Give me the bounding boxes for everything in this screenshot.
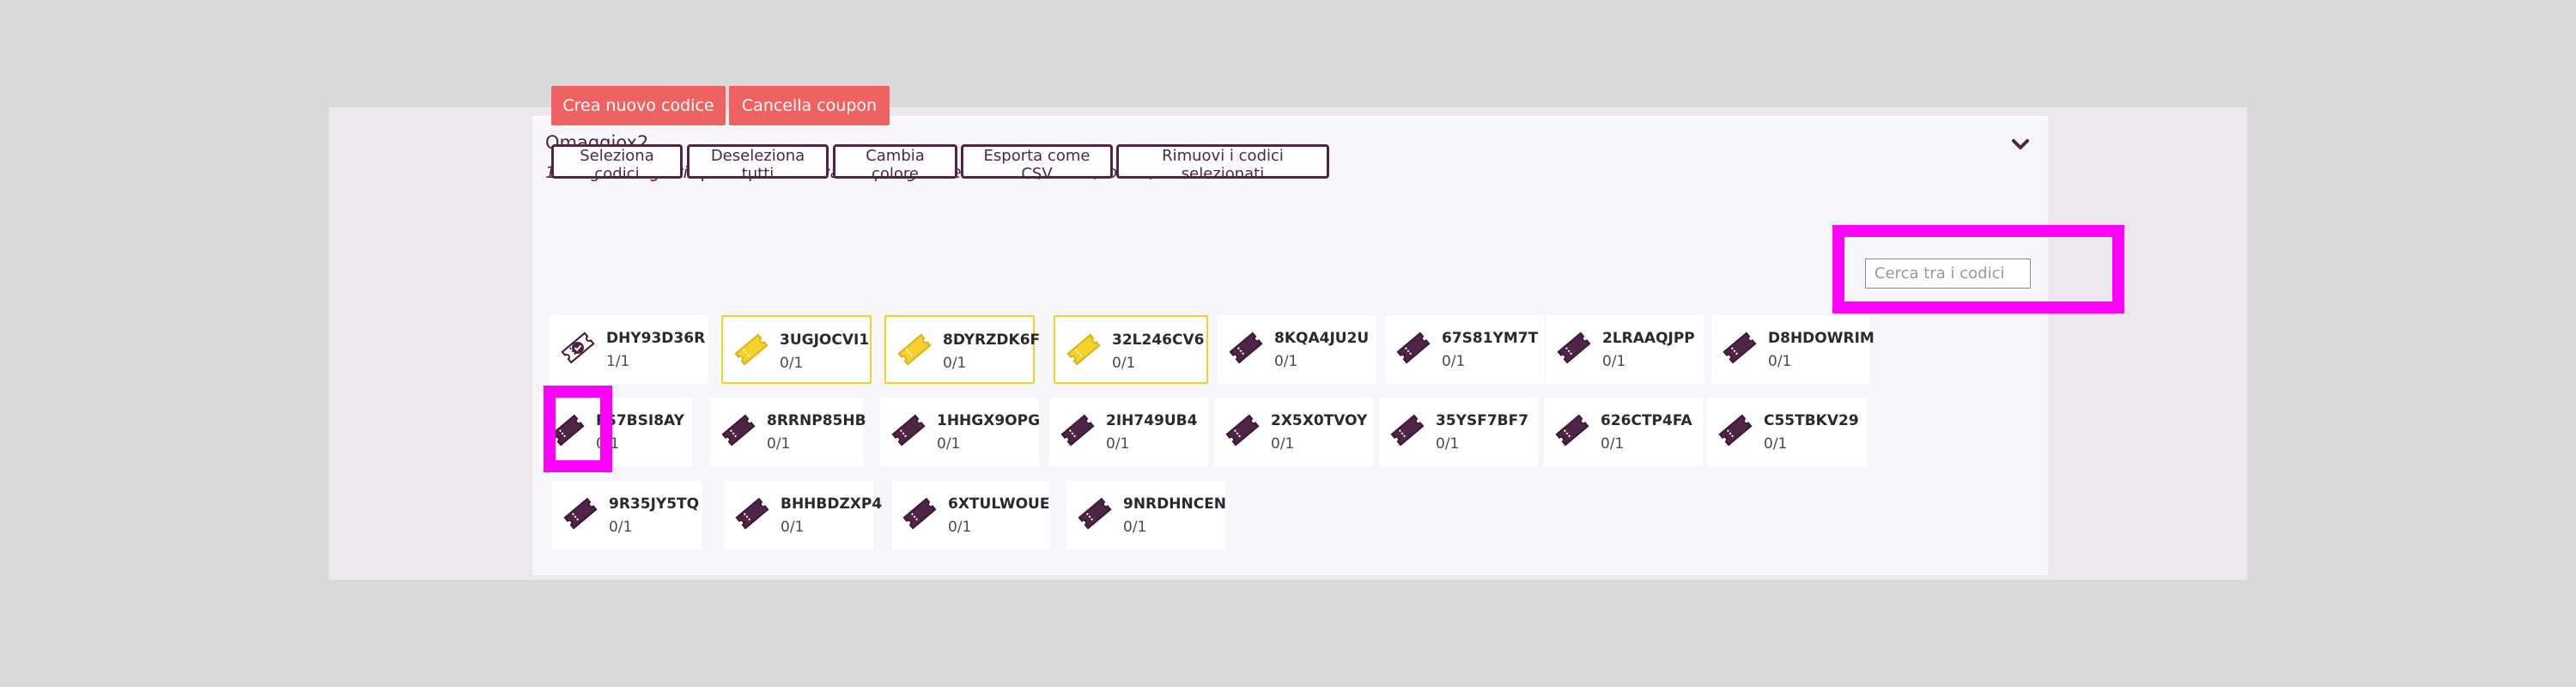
ticket-icon — [1389, 413, 1425, 447]
code-usage-count: 0/1 — [609, 519, 633, 536]
ticket-icon — [1066, 332, 1102, 367]
code-value: 3UGJOCVI1 — [780, 331, 870, 349]
code-value: 9NRDHNCEN — [1123, 495, 1227, 513]
ticket-icon — [890, 413, 927, 447]
code-value: D8HDOWRIM — [1768, 330, 1874, 347]
code-value: 9R35JY5TQ — [609, 495, 700, 513]
change-color-button[interactable]: Cambia colore — [833, 144, 957, 183]
code-value: 8KQA4JU2U — [1274, 330, 1370, 347]
code-tile[interactable]: 3UGJOCVI1 0/1 — [721, 315, 872, 384]
code-value: C55TBKV29 — [1764, 412, 1859, 429]
code-value: 1HHGX9OPG — [937, 412, 1041, 429]
code-tile[interactable]: 9NRDHNCEN 0/1 — [1066, 481, 1227, 550]
ticket-icon — [734, 496, 770, 531]
export-csv-button[interactable]: Esporta come CSV — [961, 144, 1113, 183]
code-value: 626CTP4FA — [1601, 412, 1692, 429]
code-tile[interactable]: 6XTULWOUE 0/1 — [891, 481, 1050, 550]
code-tile[interactable]: 1HHGX9OPG 0/1 — [880, 398, 1041, 466]
ticket-icon — [1556, 331, 1592, 365]
code-usage-count: 0/1 — [1442, 353, 1466, 370]
code-value: 2IH749UB4 — [1106, 412, 1198, 429]
code-value: 2X5X0TVOY — [1271, 412, 1368, 429]
ticket-icon — [1224, 413, 1261, 447]
code-usage-count: 0/1 — [1602, 353, 1626, 370]
code-value: DHY93D36R — [606, 330, 706, 347]
ticket-icon — [1722, 331, 1758, 365]
code-usage-count: 0/1 — [1764, 435, 1788, 453]
code-usage-count: 0/1 — [1271, 435, 1295, 453]
code-value: 67S81YM7T — [1442, 330, 1539, 347]
ticket-icon — [1554, 413, 1590, 447]
ticket-icon — [896, 332, 933, 367]
code-tile[interactable]: 2X5X0TVOY 0/1 — [1214, 398, 1373, 466]
code-tile[interactable]: 626CTP4FA 0/1 — [1544, 398, 1703, 466]
code-value: 8RRNP85HB — [767, 412, 866, 429]
ticket-icon — [1077, 496, 1113, 531]
ticket-icon — [1060, 413, 1096, 447]
ticket-icon — [1395, 331, 1431, 365]
deselect-all-button[interactable]: Deseleziona tutti — [687, 144, 829, 183]
code-value: 32L246CV6 — [1112, 331, 1205, 349]
code-usage-count: 0/1 — [1601, 435, 1625, 453]
code-tile[interactable]: BHHBDZXP4 0/1 — [724, 481, 882, 550]
code-value: 2LRAAQJPP — [1602, 330, 1695, 347]
code-usage-count: 0/1 — [780, 355, 804, 372]
code-usage-count: 0/1 — [767, 435, 791, 453]
code-usage-count: 0/1 — [948, 519, 972, 536]
code-value: 8DYRZDK6F — [943, 331, 1041, 349]
code-tile[interactable]: 2LRAAQJPP 0/1 — [1546, 315, 1704, 384]
code-value: BHHBDZXP4 — [781, 495, 883, 513]
ticket-icon — [1717, 413, 1753, 447]
code-usage-count: 0/1 — [1768, 353, 1792, 370]
code-tile[interactable]: 2IH749UB4 0/1 — [1049, 398, 1208, 466]
code-tile[interactable]: C55TBKV29 0/1 — [1707, 398, 1866, 466]
ticket-icon — [720, 413, 756, 447]
delete-coupon-button[interactable]: Cancella coupon — [729, 86, 890, 125]
code-usage-count: 0/1 — [1123, 519, 1147, 536]
chevron-down-icon[interactable] — [2010, 134, 2031, 155]
code-usage-count: 1/1 — [606, 353, 630, 370]
code-tile[interactable]: 8DYRZDK6F 0/1 — [884, 315, 1040, 384]
ticket-icon — [1228, 331, 1264, 365]
code-tile[interactable]: 32L246CV6 0/1 — [1054, 315, 1208, 384]
code-usage-count: 0/1 — [1106, 435, 1130, 453]
code-usage-count: 0/1 — [1274, 353, 1298, 370]
code-tile[interactable]: 8RRNP85HB 0/1 — [710, 398, 866, 466]
ticket-icon — [733, 332, 769, 367]
code-usage-count: 0/1 — [937, 435, 961, 453]
code-tile[interactable]: D8HDOWRIM 0/1 — [1711, 315, 1874, 384]
ticket-icon — [562, 496, 598, 531]
redeemed-ticket-icon — [560, 331, 596, 365]
code-tile[interactable]: 9R35JY5TQ 0/1 — [552, 481, 702, 550]
remove-selected-button[interactable]: Rimuovi i codici selezionati — [1116, 144, 1329, 183]
code-value: 6XTULWOUE — [948, 495, 1050, 513]
select-codes-button[interactable]: Seleziona codici — [551, 144, 683, 183]
code-tile[interactable]: 67S81YM7T 0/1 — [1385, 315, 1544, 384]
code-tile[interactable]: 35YSF7BF7 0/1 — [1379, 398, 1538, 466]
code-usage-count: 0/1 — [1436, 435, 1460, 453]
code-tile[interactable]: DHY93D36R 1/1 — [550, 315, 708, 384]
code-value: 35YSF7BF7 — [1436, 412, 1529, 429]
code-usage-count: 0/1 — [781, 519, 805, 536]
code-usage-count: 0/1 — [943, 355, 967, 372]
focus-highlight-frame — [544, 386, 612, 472]
code-usage-count: 0/1 — [1112, 355, 1136, 372]
code-tile[interactable]: 8KQA4JU2U 0/1 — [1218, 315, 1376, 384]
search-input[interactable] — [1865, 258, 2031, 289]
create-code-button[interactable]: Crea nuovo codice — [551, 86, 726, 125]
ticket-icon — [902, 496, 938, 531]
